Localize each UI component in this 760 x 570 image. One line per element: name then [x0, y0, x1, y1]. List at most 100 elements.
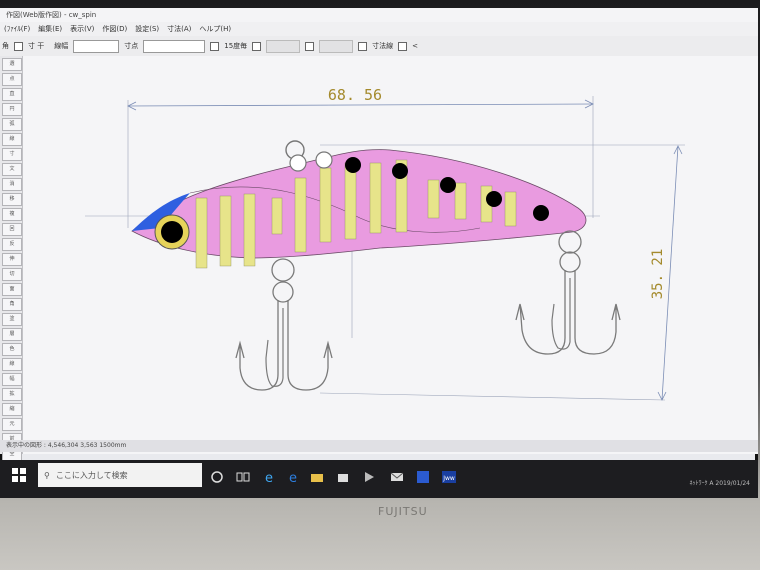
file-explorer-icon[interactable]	[310, 470, 324, 484]
tool-button[interactable]: 線	[2, 133, 22, 146]
stripe	[454, 182, 467, 220]
toolbar-checkbox-6[interactable]	[398, 41, 408, 51]
bottom-extension-line	[319, 392, 666, 401]
store-icon[interactable]	[336, 470, 350, 484]
tool-button[interactable]: 選	[2, 58, 22, 71]
search-placeholder: ここに入力して検索	[55, 470, 128, 480]
tool-button[interactable]: 面	[2, 283, 22, 296]
drawing-canvas[interactable]: 68. 56 35. 21	[23, 56, 758, 454]
system-tray: ﾈｯﾄﾜｰｸ A 2019/01/24	[689, 480, 750, 487]
menu-draw[interactable]: 作図(D)	[102, 22, 127, 36]
toolbar-checkbox-5[interactable]	[358, 41, 368, 51]
menu-help[interactable]: ヘルプ(H)	[199, 22, 231, 36]
front-hook-right	[287, 300, 333, 391]
tool-button[interactable]: 拡	[2, 388, 22, 401]
black-dot	[486, 191, 502, 207]
menu-bar: (ﾌｧｲﾙ(F) 編集(E) 表示(V) 作図(D) 設定(S) 寸法(A) ヘ…	[0, 22, 758, 36]
menu-view[interactable]: 表示(V)	[70, 22, 94, 36]
tool-button[interactable]: 消	[2, 178, 22, 191]
toolbar-dimline-label: 寸法線	[372, 42, 394, 50]
stripe	[219, 195, 232, 267]
front-hook-split-ring	[272, 281, 294, 303]
tool-button[interactable]: 塗	[2, 313, 22, 326]
tool-button[interactable]: 直	[2, 88, 22, 101]
menu-dimension[interactable]: 寸法(A)	[167, 22, 191, 36]
tool-button[interactable]: 元	[2, 418, 22, 431]
toolbar-dimpoint-label: 寸点	[124, 42, 139, 50]
tool-button[interactable]: 移	[2, 193, 22, 206]
tool-button[interactable]: 円	[2, 103, 22, 116]
stripe	[319, 167, 332, 243]
status-bar: 表示中の図形 : 4,546,304 3,563 1500mm	[0, 440, 758, 452]
toolbar-checkbox-1[interactable]	[14, 41, 23, 51]
black-dot	[345, 157, 361, 173]
tool-button[interactable]: 回	[2, 223, 22, 236]
line-tie-hole	[315, 151, 333, 169]
toolbar-arrow-label: <	[412, 42, 419, 50]
lure-drawing: 68. 56 35. 21	[85, 86, 685, 401]
toolbar-checkbox-3[interactable]	[252, 41, 262, 51]
lure-eye-pupil	[161, 221, 183, 243]
window-title: 作図(Web版作図) - cw_spin	[0, 8, 758, 22]
width-dimension-text: 68. 56	[328, 86, 382, 104]
internet-explorer-icon[interactable]: e	[262, 470, 276, 484]
toolbar-checkbox-2[interactable]	[210, 41, 220, 51]
menu-settings[interactable]: 設定(S)	[135, 22, 159, 36]
stripe	[504, 191, 517, 227]
rear-hook-center	[551, 278, 571, 350]
linewidth-select[interactable]	[73, 39, 120, 53]
tool-button[interactable]: 縮	[2, 403, 22, 416]
edge-icon[interactable]: e	[286, 470, 300, 484]
tool-button[interactable]: 色	[2, 343, 22, 356]
tool-button[interactable]: 角	[2, 298, 22, 311]
stripe	[271, 197, 283, 235]
tool-button[interactable]: 複	[2, 208, 22, 221]
tool-button[interactable]: 文	[2, 163, 22, 176]
menu-edit[interactable]: 編集(E)	[38, 22, 62, 36]
black-dot	[440, 177, 456, 193]
tool-button[interactable]: 弧	[2, 118, 22, 131]
tool-button[interactable]: 反	[2, 238, 22, 251]
laptop-brand-logo: FUJITSU	[378, 505, 428, 518]
tool-button[interactable]: 寸	[2, 148, 22, 161]
rear-hook-split-ring	[559, 251, 581, 273]
rear-hook-eye	[558, 230, 582, 254]
disabled-field-1	[266, 39, 301, 53]
toolbar-dim-label: 寸 干	[28, 42, 45, 50]
disabled-field-2	[319, 39, 354, 53]
front-hook-eye	[271, 258, 295, 282]
tool-button[interactable]: 伸	[2, 253, 22, 266]
black-dot	[533, 205, 549, 221]
tool-button[interactable]: 線	[2, 358, 22, 371]
cad-app-icon[interactable]	[416, 470, 430, 484]
width-dimension-line	[127, 103, 594, 107]
windows-start-icon[interactable]	[12, 468, 26, 482]
search-icon: ⚲	[44, 470, 50, 480]
tool-button[interactable]: 点	[2, 73, 22, 86]
menu-file[interactable]: (ﾌｧｲﾙ(F)	[4, 22, 30, 36]
tool-button[interactable]: 幅	[2, 373, 22, 386]
toolbar-linewidth-label: 線幅	[54, 42, 69, 50]
taskbar-search-box[interactable]: ⚲ ここに入力して検索	[38, 463, 202, 487]
height-dimension-text: 35. 21	[650, 249, 666, 300]
tool-button[interactable]: 切	[2, 268, 22, 281]
jw-cad-icon[interactable]: Jww	[442, 470, 456, 484]
dimpoint-select[interactable]	[143, 39, 206, 53]
toolbar-corner-label: 角	[2, 42, 9, 50]
rear-hook-left	[515, 270, 566, 355]
toolbar-15deg-label: 15度毎	[224, 42, 248, 50]
monitor-screen: 作図(Web版作図) - cw_spin (ﾌｧｲﾙ(F) 編集(E) 表示(V…	[0, 8, 758, 498]
stripe	[369, 162, 382, 234]
svg-text:e: e	[265, 471, 273, 484]
mail-icon[interactable]	[390, 470, 404, 484]
toolbar-checkbox-4[interactable]	[305, 41, 315, 51]
media-app-icon[interactable]	[362, 470, 376, 484]
front-hook-center	[265, 308, 284, 387]
left-tool-palette: 選 点 直 円 弧 線 寸 文 消 移 複 回 反 伸 切 面 角 塗 層 色 …	[0, 56, 23, 491]
cortana-icon[interactable]	[210, 470, 224, 484]
task-view-icon[interactable]	[236, 470, 250, 484]
toolbar: 角 寸 干 線幅 寸点 15度毎 寸法線 <	[0, 36, 758, 57]
rear-hook-right	[574, 270, 621, 355]
tool-button[interactable]: 層	[2, 328, 22, 341]
stripe	[427, 179, 440, 219]
